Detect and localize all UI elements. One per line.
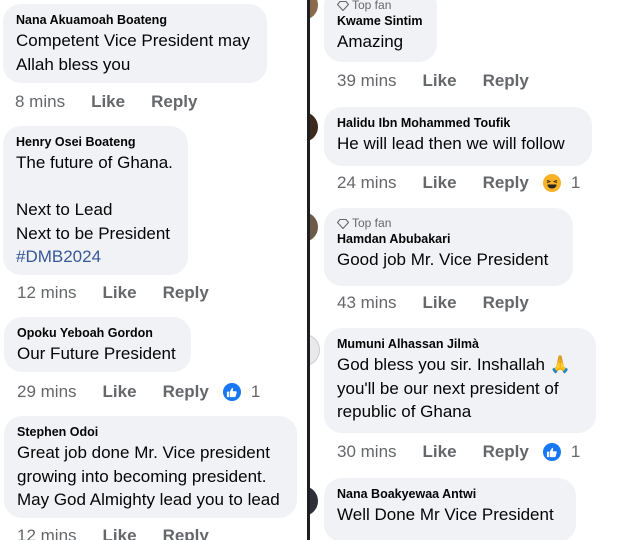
- reply-button[interactable]: Reply: [163, 526, 209, 540]
- comment-actions: 12 mins Like Reply: [17, 526, 223, 540]
- reply-button[interactable]: Reply: [163, 283, 209, 303]
- comment-author[interactable]: Hamdan Abubakari: [337, 231, 561, 248]
- top-fan-badge: Top fan: [337, 216, 561, 231]
- comment-timestamp[interactable]: 43 mins: [337, 293, 397, 313]
- comment-bubble: Henry Osei Boateng The future of Ghana. …: [3, 126, 188, 275]
- comment-author[interactable]: Henry Osei Boateng: [16, 134, 176, 151]
- comment-author[interactable]: Stephen Odoi: [17, 424, 285, 441]
- comment-bubble: Stephen Odoi Great job done Mr. Vice pre…: [4, 416, 297, 518]
- comments-column-left: Nana Akuamoah Boateng Competent Vice Pre…: [0, 0, 307, 540]
- comment-timestamp[interactable]: 30 mins: [337, 442, 397, 462]
- comment-author[interactable]: Opoku Yeboah Gordon: [17, 325, 179, 342]
- comment-timestamp[interactable]: 12 mins: [17, 526, 77, 540]
- like-button[interactable]: Like: [423, 173, 457, 193]
- like-button[interactable]: Like: [423, 293, 457, 313]
- comment-timestamp[interactable]: 8 mins: [15, 92, 65, 112]
- reaction-count: 1: [250, 382, 261, 401]
- like-button[interactable]: Like: [423, 442, 457, 462]
- like-button[interactable]: Like: [103, 283, 137, 303]
- comment-text: Great job done Mr. Vice president growin…: [17, 443, 280, 509]
- reply-button[interactable]: Reply: [483, 442, 529, 462]
- like-icon: [222, 383, 241, 401]
- hashtag-link[interactable]: #DMB2024: [16, 245, 176, 269]
- comment-text: He will lead then we will follow: [337, 134, 565, 153]
- comment-text: Amazing: [337, 32, 404, 51]
- reply-button[interactable]: Reply: [483, 173, 529, 193]
- comment-actions: 8 mins Like Reply: [15, 92, 211, 112]
- comments-column-right: Top fan Kwame Sintim Amazing 39 mins Lik…: [310, 0, 622, 540]
- reaction-count: 1: [570, 173, 581, 192]
- comment-actions: 29 mins Like Reply 1: [17, 382, 260, 402]
- comment-author[interactable]: Nana Akuamoah Boateng: [16, 12, 255, 29]
- like-button[interactable]: Like: [103, 382, 137, 402]
- top-fan-label: Top fan: [352, 216, 392, 230]
- comment-timestamp[interactable]: 12 mins: [17, 283, 77, 303]
- like-icon: [542, 443, 561, 461]
- comment-text: God bless you sir. Inshallah 🙏 you'll be…: [337, 355, 571, 421]
- comment-timestamp[interactable]: 29 mins: [17, 382, 77, 402]
- reaction-summary[interactable]: 1: [542, 442, 581, 462]
- haha-icon: [542, 174, 561, 192]
- comment-bubble: Nana Akuamoah Boateng Competent Vice Pre…: [3, 4, 267, 83]
- comment-actions: 39 mins Like Reply: [337, 71, 543, 91]
- comment-actions: 24 mins Like Reply 1: [337, 173, 580, 193]
- comment-text: Well Done Mr Vice President: [337, 505, 554, 524]
- reaction-count: 1: [570, 442, 581, 461]
- like-button[interactable]: Like: [103, 526, 137, 540]
- reaction-summary[interactable]: 1: [222, 382, 261, 402]
- comment-bubble: Top fan Hamdan Abubakari Good job Mr. Vi…: [324, 208, 573, 286]
- comment-bubble: Opoku Yeboah Gordon Our Future President: [4, 317, 191, 372]
- comment-actions: 12 mins Like Reply: [17, 283, 223, 303]
- diamond-icon: [337, 218, 349, 229]
- comment-actions: 43 mins Like Reply: [337, 293, 543, 313]
- avatar[interactable]: [310, 0, 318, 20]
- comment-author[interactable]: Kwame Sintim: [337, 13, 425, 30]
- comment-timestamp[interactable]: 24 mins: [337, 173, 397, 193]
- like-button[interactable]: Like: [423, 71, 457, 91]
- comment-text: The future of Ghana. Next to Lead Next t…: [16, 153, 173, 243]
- comment-bubble: Nana Boakyewaa Antwi Well Done Mr Vice P…: [324, 478, 576, 540]
- avatar[interactable]: [310, 112, 318, 142]
- comment-text: Competent Vice President may Allah bless…: [16, 31, 251, 74]
- avatar[interactable]: [310, 334, 320, 366]
- like-button[interactable]: Like: [91, 92, 125, 112]
- reply-button[interactable]: Reply: [163, 382, 209, 402]
- diamond-icon: [337, 0, 349, 11]
- top-fan-label: Top fan: [352, 0, 392, 12]
- comment-text: Our Future President: [17, 344, 176, 363]
- avatar[interactable]: [310, 486, 318, 516]
- comment-author[interactable]: Halidu Ibn Mohammed Toufik: [337, 115, 580, 132]
- comment-bubble: Top fan Kwame Sintim Amazing: [324, 0, 437, 62]
- reply-button[interactable]: Reply: [151, 92, 197, 112]
- comment-author[interactable]: Nana Boakyewaa Antwi: [337, 486, 564, 503]
- comment-text: Good job Mr. Vice President: [337, 250, 549, 269]
- comment-bubble: Mumuni Alhassan Jilmà God bless you sir.…: [324, 328, 596, 433]
- comment-actions: 30 mins Like Reply 1: [337, 442, 580, 462]
- top-fan-badge: Top fan: [337, 0, 425, 13]
- reply-button[interactable]: Reply: [483, 71, 529, 91]
- reaction-summary[interactable]: 1: [542, 173, 581, 193]
- comment-bubble: Halidu Ibn Mohammed Toufik He will lead …: [324, 107, 592, 166]
- comment-timestamp[interactable]: 39 mins: [337, 71, 397, 91]
- reply-button[interactable]: Reply: [483, 293, 529, 313]
- avatar[interactable]: [310, 212, 318, 242]
- comment-author[interactable]: Mumuni Alhassan Jilmà: [337, 336, 584, 353]
